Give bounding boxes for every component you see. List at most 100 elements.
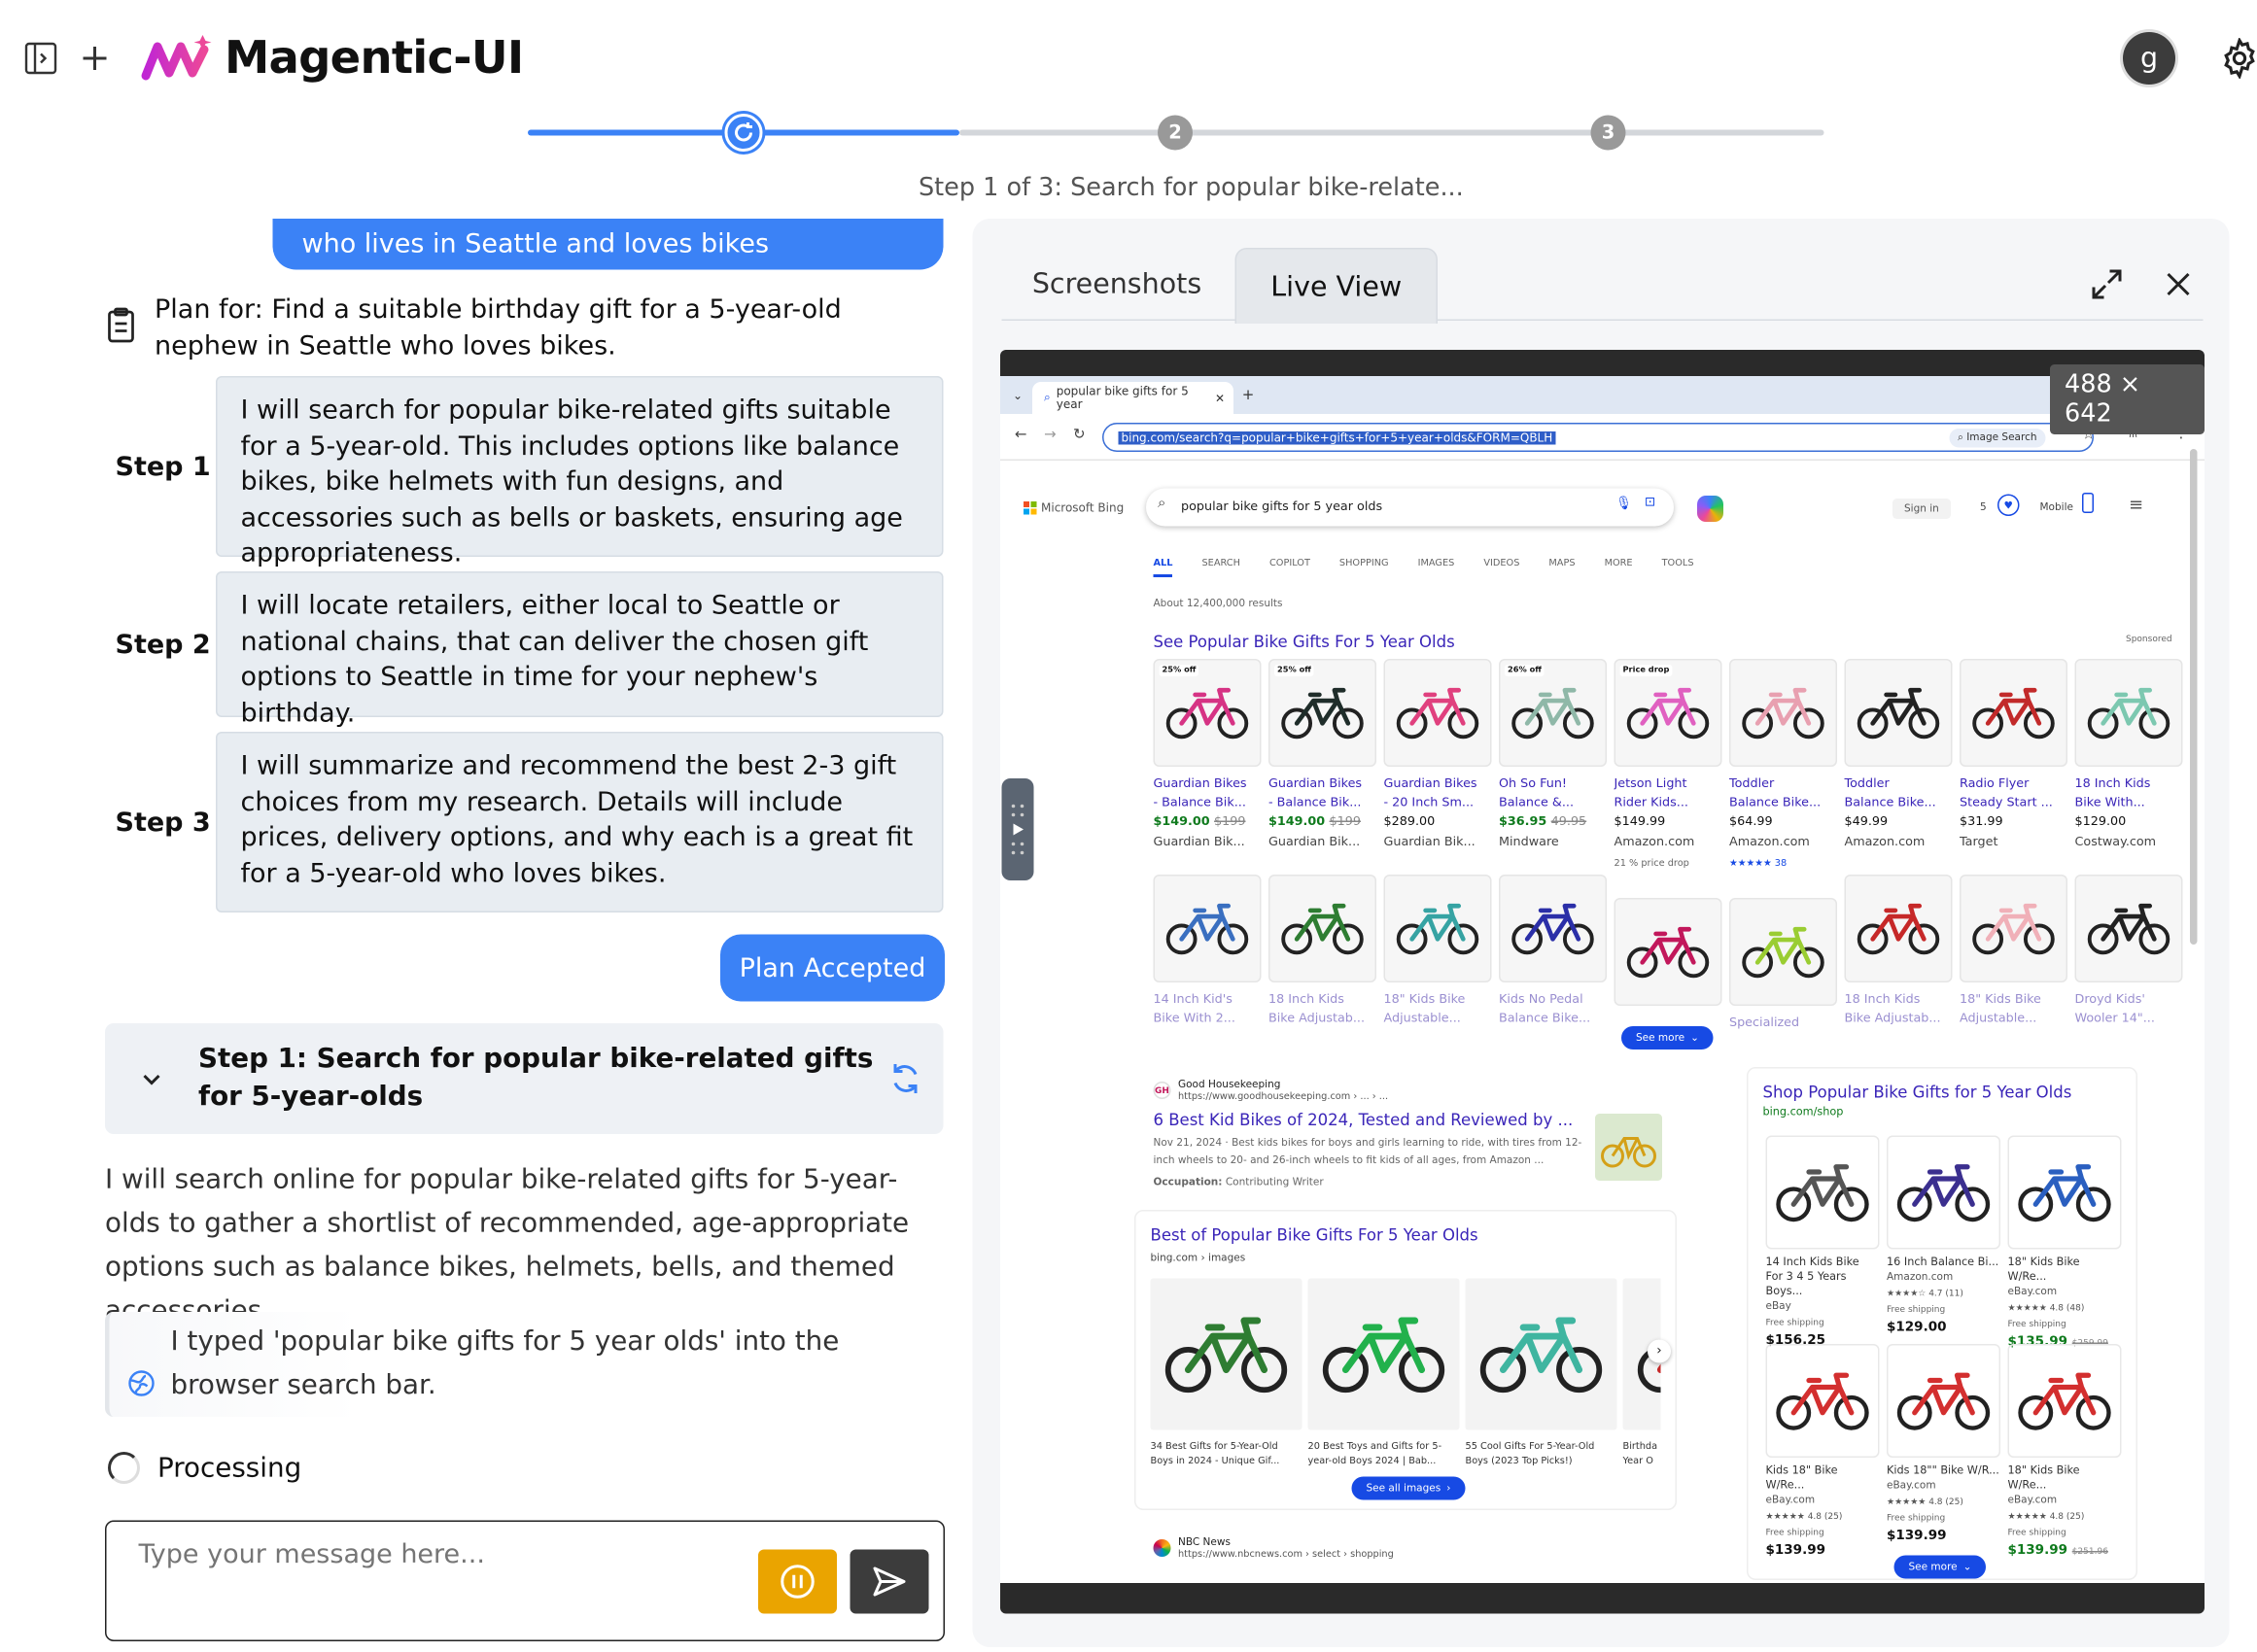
image-thumbnail[interactable] [1150, 1278, 1302, 1430]
rewards-icon[interactable]: ♥ [1997, 494, 2020, 516]
shop-card[interactable]: 18" Kids Bike W/Re... eBay.com ★★★★★ 4.8 (… [2007, 1135, 2122, 1350]
product-thumbnail[interactable] [1960, 875, 2067, 982]
product-card[interactable]: 25% off Guardian Bikes - Balance Bik... $14… [1153, 659, 1262, 878]
mic-icon[interactable]: 🎙 [1615, 498, 1632, 512]
product-thumbnail[interactable] [1844, 875, 1953, 982]
shop-thumbnail[interactable] [2007, 1344, 2122, 1458]
shop-title[interactable]: Shop Popular Bike Gifts for 5 Year Olds [1763, 1084, 2072, 1103]
shop-card[interactable]: 18" Kids Bike W/Re... eBay.com ★★★★★ 4.8 (… [2007, 1344, 2122, 1559]
product-card[interactable]: Toddler Balance Bike... $49.99 Amazon.com [1844, 659, 1953, 878]
product-thumbnail[interactable]: 25% off [1268, 659, 1376, 767]
product-thumbnail[interactable]: Price drop [1614, 659, 1722, 767]
nav-copilot[interactable]: COPILOT [1269, 557, 1310, 577]
product-name[interactable]: Jetson Light [1615, 775, 1722, 795]
product-card[interactable]: 18" Kids Bike Adjustable... [1383, 875, 1492, 1026]
product-name-line2[interactable]: Specialized [1729, 1015, 1837, 1034]
result-thumbnail[interactable] [1595, 1114, 1662, 1181]
product-name[interactable]: Kids No Pedal [1499, 991, 1607, 1011]
product-thumbnail[interactable] [1844, 659, 1953, 767]
product-name-line2[interactable]: - Balance Bik... [1268, 795, 1376, 814]
close-icon[interactable] [2160, 265, 2198, 303]
product-card[interactable]: Specialized [1729, 898, 1837, 1044]
product-name[interactable]: Toddler [1845, 775, 1953, 795]
product-thumbnail[interactable] [2074, 875, 2183, 982]
new-chat-icon[interactable] [76, 40, 114, 78]
shop-thumbnail[interactable] [1887, 1135, 2000, 1250]
nav-images[interactable]: IMAGES [1418, 557, 1455, 577]
user-avatar[interactable]: g [2123, 32, 2175, 85]
product-name-line2[interactable]: Adjustable... [1960, 1011, 2067, 1030]
reload-icon[interactable]: ↻ [1073, 428, 1086, 444]
product-name-line2[interactable]: Bike Adjustab... [1845, 1011, 1953, 1030]
pause-button[interactable] [758, 1549, 837, 1614]
product-card[interactable]: 14 Inch Kid's Bike With 2... [1153, 875, 1262, 1026]
tab-list-icon[interactable]: ⌄ [1009, 387, 1026, 404]
live-view-frame[interactable]: ⌄ ⌕ popular bike gifts for 5 year ✕ + ← … [1000, 350, 2205, 1614]
product-name-line2[interactable]: Balance &... [1499, 795, 1607, 814]
product-thumbnail[interactable] [1383, 659, 1492, 767]
product-name-line2[interactable]: Balance Bike... [1499, 1011, 1607, 1030]
product-card[interactable]: 18" Kids Bike Adjustable... [1960, 875, 2067, 1026]
product-card[interactable] [1614, 898, 1722, 1044]
bing-search-box[interactable]: ⌕ popular bike gifts for 5 year olds 🎙 ⊡ [1146, 489, 1674, 527]
result-url[interactable]: https://www.goodhousekeeping.com › ... ›… [1178, 1090, 1388, 1102]
shop-item-name[interactable]: Kids 18"" Bike W/R... [1887, 1463, 2000, 1478]
expand-icon[interactable] [2088, 265, 2126, 303]
product-thumbnail[interactable]: 26% off [1499, 659, 1607, 767]
product-thumbnail[interactable] [2074, 659, 2183, 767]
shop-item-name[interactable]: 18" Kids Bike W/Re... [2008, 1463, 2122, 1493]
product-name[interactable]: 14 Inch Kid's [1154, 991, 1262, 1011]
product-name[interactable]: 18 Inch Kids [1845, 991, 1953, 1011]
image-card[interactable]: Birthda Year O [1622, 1278, 1661, 1468]
visual-search-icon[interactable]: ⊡ [1645, 496, 1655, 510]
plan-step-text[interactable]: I will locate retailers, either local to… [216, 571, 944, 728]
product-thumbnail[interactable] [1268, 875, 1376, 982]
product-name-line2[interactable]: Bike With 2... [1154, 1011, 1262, 1030]
settings-gear-icon[interactable] [2216, 35, 2257, 82]
product-name[interactable]: Guardian Bikes [1384, 775, 1492, 795]
product-name[interactable]: 18 Inch Kids [1268, 991, 1376, 1011]
image-thumbnail[interactable] [1307, 1278, 1460, 1430]
close-tab-icon[interactable]: ✕ [1215, 392, 1225, 405]
hamburger-icon[interactable]: ≡ [2129, 495, 2143, 515]
sign-in-button[interactable]: Sign in [1892, 499, 1951, 519]
mobile-icon[interactable] [2082, 493, 2094, 513]
product-thumbnail[interactable] [1153, 875, 1262, 982]
see-all-images-button[interactable]: See all images › [1351, 1476, 1466, 1500]
product-name[interactable]: 18" Kids Bike [1384, 991, 1492, 1011]
product-card[interactable]: Toddler Balance Bike... $64.99 Amazon.com ★★… [1729, 659, 1837, 878]
nav-maps[interactable]: MAPS [1548, 557, 1575, 577]
product-name[interactable]: Guardian Bikes [1268, 775, 1376, 795]
sidebar-toggle-icon[interactable] [22, 40, 60, 78]
carousel-next-icon[interactable]: › [1648, 1339, 1671, 1363]
browser-viewport[interactable]: ⌄ ⌕ popular bike gifts for 5 year ✕ + ← … [1000, 376, 2205, 1583]
product-card[interactable]: Price drop Jetson Light Rider Kids... $149.… [1614, 659, 1722, 878]
product-card[interactable]: 25% off Guardian Bikes - Balance Bik... $14… [1268, 659, 1376, 878]
product-name-line2[interactable]: - Balance Bik... [1154, 795, 1262, 814]
shop-see-more-button[interactable]: See more ⌄ [1893, 1555, 1987, 1579]
product-card[interactable]: 26% off Oh So Fun! Balance &... $36.95 49.9… [1499, 659, 1607, 878]
product-thumbnail[interactable] [1729, 898, 1837, 1006]
shop-item-name[interactable]: Kids 18" Bike W/Re... [1766, 1463, 1880, 1493]
product-thumbnail[interactable] [1614, 898, 1722, 1006]
product-name[interactable]: 18" Kids Bike [1960, 991, 2067, 1011]
product-name-line2[interactable]: Bike With... [2075, 795, 2183, 814]
shop-item-name[interactable]: 16 Inch Balance Bi... [1887, 1256, 2000, 1270]
address-bar[interactable]: bing.com/search?q=popular+bike+gifts+for… [1102, 423, 2094, 452]
scrollbar[interactable] [2190, 449, 2198, 945]
product-name-line2[interactable]: - 20 Inch Sm... [1384, 795, 1492, 814]
shop-thumbnail[interactable] [1765, 1135, 1880, 1250]
product-name[interactable]: Oh So Fun! [1499, 775, 1607, 795]
product-thumbnail[interactable] [1383, 875, 1492, 982]
product-name-line2[interactable]: Bike Adjustab... [1268, 1011, 1376, 1030]
image-caption[interactable]: 55 Cool Gifts For 5-Year-Old Boys (2023 … [1466, 1439, 1617, 1468]
shop-item-name[interactable]: 18" Kids Bike W/Re... [2008, 1256, 2122, 1285]
images-title[interactable]: Best of Popular Bike Gifts For 5 Year Ol… [1151, 1226, 1478, 1246]
product-card[interactable]: 18 Inch Kids Bike Adjustab... [1268, 875, 1376, 1026]
shop-card[interactable]: Kids 18"" Bike W/R... eBay.com ★★★★★ 4.8 (… [1887, 1344, 2000, 1544]
product-card[interactable]: 18 Inch Kids Bike With... $129.00 Costway.c… [2074, 659, 2183, 878]
product-card[interactable]: Guardian Bikes - 20 Inch Sm... $289.00 Guar… [1383, 659, 1492, 878]
image-caption[interactable]: Birthda Year O [1623, 1439, 1661, 1468]
shop-card[interactable]: Kids 18" Bike W/Re... eBay.com ★★★★★ 4.8 (… [1765, 1344, 1880, 1559]
forward-icon[interactable]: → [1044, 428, 1057, 444]
